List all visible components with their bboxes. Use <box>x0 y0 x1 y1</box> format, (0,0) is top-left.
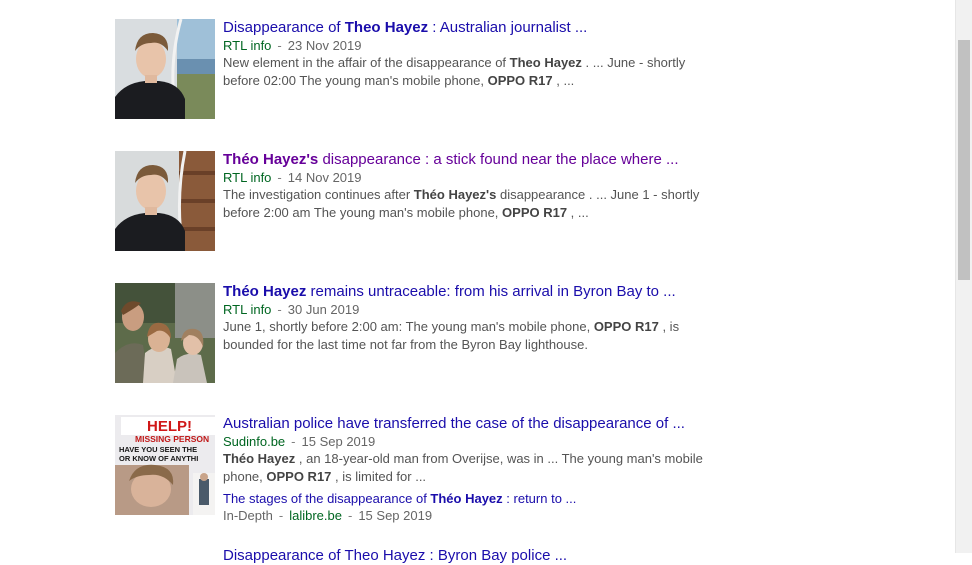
result-meta: RTL info -14 Nov 2019 <box>223 169 713 186</box>
snippet-line: bounded for the last time not far from t… <box>223 336 713 354</box>
highlight-term: OPPO R17 <box>487 73 553 88</box>
snippet-line: June 1, shortly before 2:00 am: The youn… <box>223 318 713 336</box>
text-run: , is limited for ... <box>331 469 427 484</box>
meta-separator: - <box>347 508 353 523</box>
result-date: 30 Jun 2019 <box>287 302 360 317</box>
poster-help-text: HELP! <box>147 418 192 435</box>
related-story-link[interactable]: The stages of the disappearance of Théo … <box>223 490 713 507</box>
highlight-term: OPPO R17 <box>593 319 659 334</box>
result-source: Sudinfo.be <box>223 434 286 449</box>
highlight-term: Theo Hayez <box>509 55 582 70</box>
result-content: Disappearance of Theo Hayez : Australian… <box>223 19 713 90</box>
snippet-line: Théo Hayez , an 18-year-old man from Ove… <box>223 450 713 468</box>
result-content: Théo Hayez remains untraceable: from his… <box>223 283 713 354</box>
text-run: bounded for the last time not far from t… <box>223 337 588 352</box>
text-run: : Australian journalist ... <box>428 19 588 36</box>
highlight-term: Théo Hayez <box>223 451 296 466</box>
text-run: remains untraceable: from his arrival in… <box>306 283 676 300</box>
snippet-line: before 2:00 am The young man's mobile ph… <box>223 204 713 222</box>
result-date: 15 Sep 2019 <box>301 434 376 449</box>
text-run: Disappearance of Theo Hayez : Byron Bay … <box>223 547 568 564</box>
text-run: The stages of the disappearance of <box>223 491 431 506</box>
result-date: 23 Nov 2019 <box>287 38 362 53</box>
text-run: before 02:00 The young man's mobile phon… <box>223 73 488 88</box>
result-title-link[interactable]: Théo Hayez's disappearance : a stick fou… <box>223 151 713 169</box>
highlight-term: OPPO R17 <box>266 469 332 484</box>
text-run: disappearance . ... June 1 - shortly <box>496 187 700 202</box>
poster-line4-text: OR KNOW OF ANYTHI <box>119 454 198 463</box>
related-label: In-Depth <box>223 508 273 523</box>
text-run: , ... <box>552 73 575 88</box>
poster-line3-text: HAVE YOU SEEN THE <box>119 445 197 454</box>
text-run: disappearance : a stick found near the p… <box>318 151 679 168</box>
text-run: The investigation continues after <box>223 187 414 202</box>
snippet-line: New element in the affair of the disappe… <box>223 54 713 72</box>
text-run: phone, <box>223 469 267 484</box>
related-story-meta: In-Depth - lalibre.be -15 Sep 2019 <box>223 507 713 524</box>
text-run: before 2:00 am The young man's mobile ph… <box>223 205 503 220</box>
result-thumbnail[interactable]: HELP! MISSING PERSON HAVE YOU SEEN THE O… <box>115 415 215 515</box>
result-content: Australian police have transferred the c… <box>223 415 713 524</box>
result-meta: RTL info -30 Jun 2019 <box>223 301 713 318</box>
highlight-term: Theo Hayez <box>344 19 429 36</box>
result-date: 14 Nov 2019 <box>287 170 362 185</box>
group-photo-image <box>115 283 215 383</box>
result-meta: Sudinfo.be -15 Sep 2019 <box>223 433 713 450</box>
search-results: Disappearance of Theo Hayez : Australian… <box>0 0 956 564</box>
meta-separator: - <box>278 508 284 523</box>
result-meta: RTL info -23 Nov 2019 <box>223 37 713 54</box>
result-thumbnail[interactable] <box>115 151 215 251</box>
snippet-line: The investigation continues after Théo H… <box>223 186 713 204</box>
scrollbar[interactable] <box>955 0 972 553</box>
meta-separator: - <box>277 38 282 53</box>
result-thumbnail[interactable] <box>115 547 215 553</box>
highlight-term: Théo Hayez's <box>413 187 497 202</box>
scrollbar-thumb[interactable] <box>958 40 970 280</box>
result-snippet: June 1, shortly before 2:00 am: The youn… <box>223 318 713 354</box>
text-run: . ... June - shortly <box>581 55 686 70</box>
highlight-term: OPPO R17 <box>502 205 568 220</box>
text-run: , ... <box>567 205 589 220</box>
result-snippet: The investigation continues after Théo H… <box>223 186 713 222</box>
portrait-image <box>115 19 215 119</box>
text-run: Australian police have transferred the c… <box>223 415 685 432</box>
highlight-term: Théo Hayez <box>430 491 503 506</box>
result-title-link[interactable]: Théo Hayez remains untraceable: from his… <box>223 283 713 301</box>
result-source: RTL info <box>223 302 272 317</box>
text-run: , is <box>658 319 680 334</box>
result-source: RTL info <box>223 38 272 53</box>
snippet-line: phone, OPPO R17 , is limited for ... <box>223 468 713 486</box>
result-title-link[interactable]: Disappearance of Theo Hayez : Australian… <box>223 19 713 37</box>
result-source: RTL info <box>223 170 272 185</box>
related-source: lalibre.be <box>289 508 342 523</box>
text-run: June 1, shortly before 2:00 am: The youn… <box>223 319 594 334</box>
snippet-line: before 02:00 The young man's mobile phon… <box>223 72 713 90</box>
result-title-link[interactable]: Disappearance of Theo Hayez : Byron Bay … <box>223 547 713 565</box>
result-content: Disappearance of Theo Hayez : Byron Bay … <box>223 547 713 565</box>
text-run: : return to ... <box>502 491 577 506</box>
text-run: New element in the affair of the disappe… <box>223 55 510 70</box>
meta-separator: - <box>277 170 282 185</box>
related-date: 15 Sep 2019 <box>358 508 433 523</box>
result-title-link[interactable]: Australian police have transferred the c… <box>223 415 713 433</box>
highlight-term: Théo Hayez <box>223 283 307 300</box>
meta-separator: - <box>277 302 282 317</box>
missing-poster-image: HELP! MISSING PERSON HAVE YOU SEEN THE O… <box>115 415 215 515</box>
highlight-term: Théo Hayez's <box>223 151 319 168</box>
result-snippet: Théo Hayez , an 18-year-old man from Ove… <box>223 450 713 486</box>
result-snippet: New element in the affair of the disappe… <box>223 54 713 90</box>
result-thumbnail[interactable] <box>115 283 215 383</box>
text-run: Disappearance of <box>223 19 345 36</box>
result-thumbnail[interactable] <box>115 19 215 119</box>
text-run: , an 18-year-old man from Overijse, was … <box>295 451 703 466</box>
result-content: Théo Hayez's disappearance : a stick fou… <box>223 151 713 222</box>
meta-separator: - <box>291 434 296 449</box>
poster-missing-text: MISSING PERSON <box>135 434 209 444</box>
portrait-image <box>115 151 215 251</box>
